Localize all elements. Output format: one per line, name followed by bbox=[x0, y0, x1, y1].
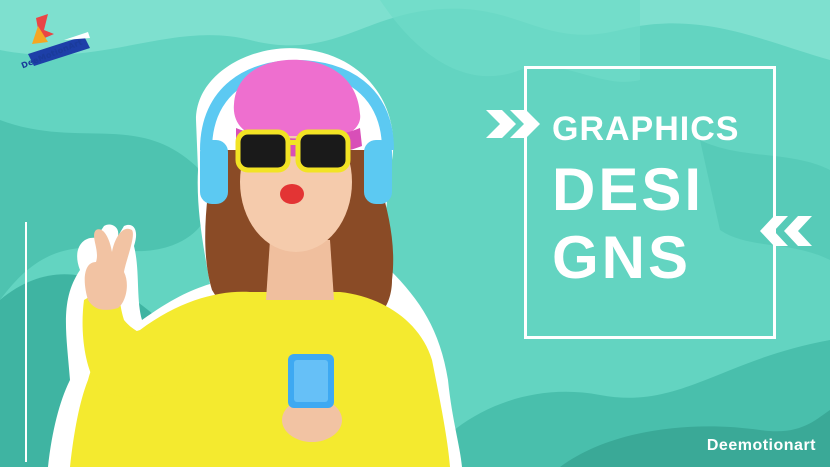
title-graphics: GRAPHICS bbox=[552, 110, 740, 148]
brand-name: Deemotionart bbox=[706, 437, 816, 454]
double-chevron-right-icon bbox=[486, 110, 540, 138]
title-designs-part1: DESI bbox=[552, 156, 705, 223]
double-chevron-left-icon bbox=[760, 216, 812, 246]
title-designs-part2: GNS bbox=[552, 224, 692, 291]
banner-canvas: DeeMotionArt GRAPHICS DESI GNS Deemotion… bbox=[0, 0, 830, 467]
